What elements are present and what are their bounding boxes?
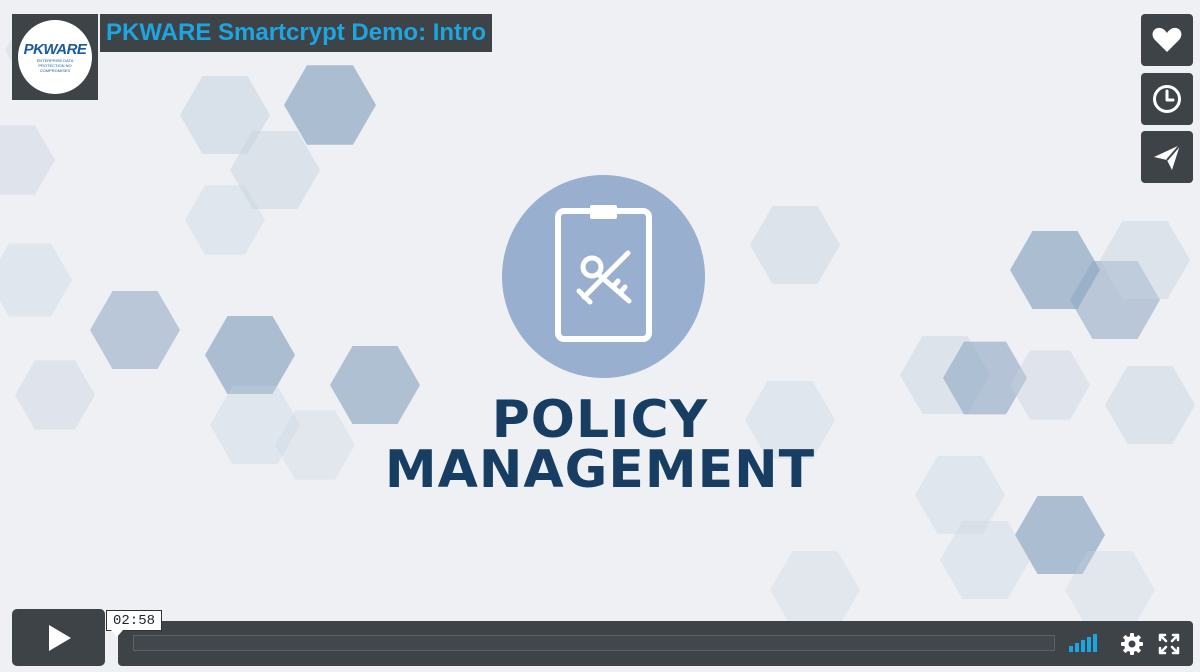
heart-icon [1152,27,1182,52]
play-icon [48,624,71,651]
video-title-bar[interactable]: PKWARE Smartcrypt Demo: Intro [100,14,493,52]
background-hexagon [770,551,860,629]
logo-badge: PKWARE ENTERPRISE DATA PROTECTION NO COM… [18,20,92,94]
play-button[interactable] [12,609,105,666]
headline-line-1: POLICY [491,390,709,450]
like-button[interactable] [1141,14,1193,66]
background-hexagon [1010,350,1090,420]
current-time-tooltip: 02:58 [106,610,163,637]
background-hexagon [750,206,840,284]
background-hexagon [0,125,55,195]
channel-logo[interactable]: PKWARE ENTERPRISE DATA PROTECTION NO COM… [12,14,98,100]
share-button[interactable] [1141,131,1193,183]
volume-level-bar [1075,643,1079,652]
paper-plane-icon [1154,144,1181,170]
volume-level-bar [1093,634,1097,652]
fullscreen-icon[interactable] [1157,632,1181,656]
clock-icon [1153,85,1181,113]
background-hexagon [90,291,180,369]
watch-later-button[interactable] [1141,73,1193,125]
background-hexagon [205,316,295,394]
headline-line-2: MANAGEMENT [384,440,816,500]
logo-wordmark: PKWARE [23,40,87,58]
background-hexagon [1105,366,1195,444]
volume-level-bar [1069,646,1073,652]
volume-level-bar [1081,640,1085,652]
volume-bars-icon[interactable] [1069,634,1105,652]
control-bar [118,621,1193,666]
progress-bar[interactable] [133,635,1055,651]
logo-tagline: ENTERPRISE DATA PROTECTION NO COMPROMISE… [36,57,74,73]
video-title[interactable]: PKWARE Smartcrypt Demo: Intro [106,19,486,47]
background-hexagon [0,243,72,317]
video-player[interactable]: PKWARE ENTERPRISE DATA PROTECTION NO COM… [0,0,1200,672]
gear-icon[interactable] [1120,632,1144,656]
clipboard-keys-icon [502,175,705,378]
volume-level-bar [1087,637,1091,652]
background-hexagon [15,360,95,430]
